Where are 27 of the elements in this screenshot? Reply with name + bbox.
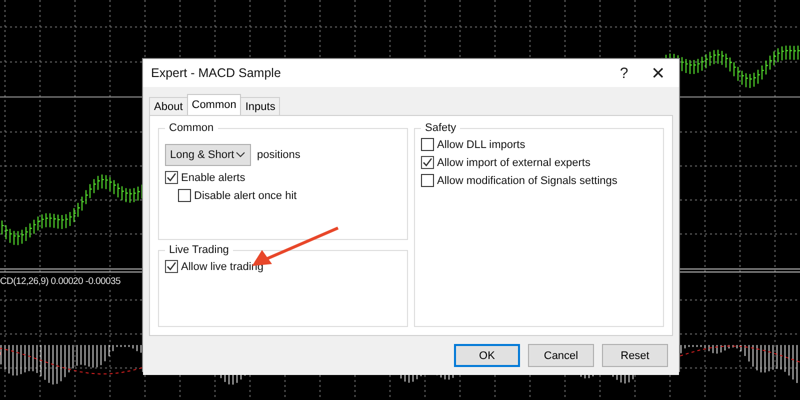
checkbox-option[interactable]: Allow DLL imports (421, 138, 657, 151)
checkbox[interactable] (421, 174, 434, 187)
checkbox-option[interactable]: Allow modification of Signals settings (421, 174, 657, 187)
group-title: Common (168, 122, 215, 134)
help-button[interactable]: ? (607, 59, 641, 87)
tab[interactable]: About (149, 97, 188, 115)
dialog-button[interactable]: Reset (602, 344, 668, 367)
dialog-button[interactable]: Cancel (528, 344, 594, 367)
caret-icon (236, 152, 245, 158)
dropdown-label: positions (257, 149, 300, 161)
dialog-button[interactable]: OK (454, 344, 520, 367)
checkbox[interactable] (178, 189, 191, 202)
window-title: Expert - MACD Sample (151, 66, 282, 80)
checkbox-option[interactable]: Disable alert once hit (165, 189, 401, 202)
checkbox[interactable] (421, 156, 434, 169)
dropdown[interactable]: Long & Short (165, 144, 251, 166)
checkbox[interactable] (165, 260, 178, 273)
group-title: Live Trading (168, 244, 230, 256)
checkbox[interactable] (421, 138, 434, 151)
tab[interactable]: Inputs (240, 97, 280, 115)
checkbox-option[interactable]: Allow import of external experts (421, 156, 657, 169)
group-title: Safety (424, 122, 458, 134)
checkbox[interactable] (165, 171, 178, 184)
indicator-label: CD(12,26,9) 0.00020 -0.00035 (0, 276, 120, 287)
tab[interactable]: Common (186, 94, 242, 115)
close-button[interactable]: ✕ (641, 59, 675, 87)
checkbox-option[interactable]: Enable alerts (165, 171, 401, 184)
